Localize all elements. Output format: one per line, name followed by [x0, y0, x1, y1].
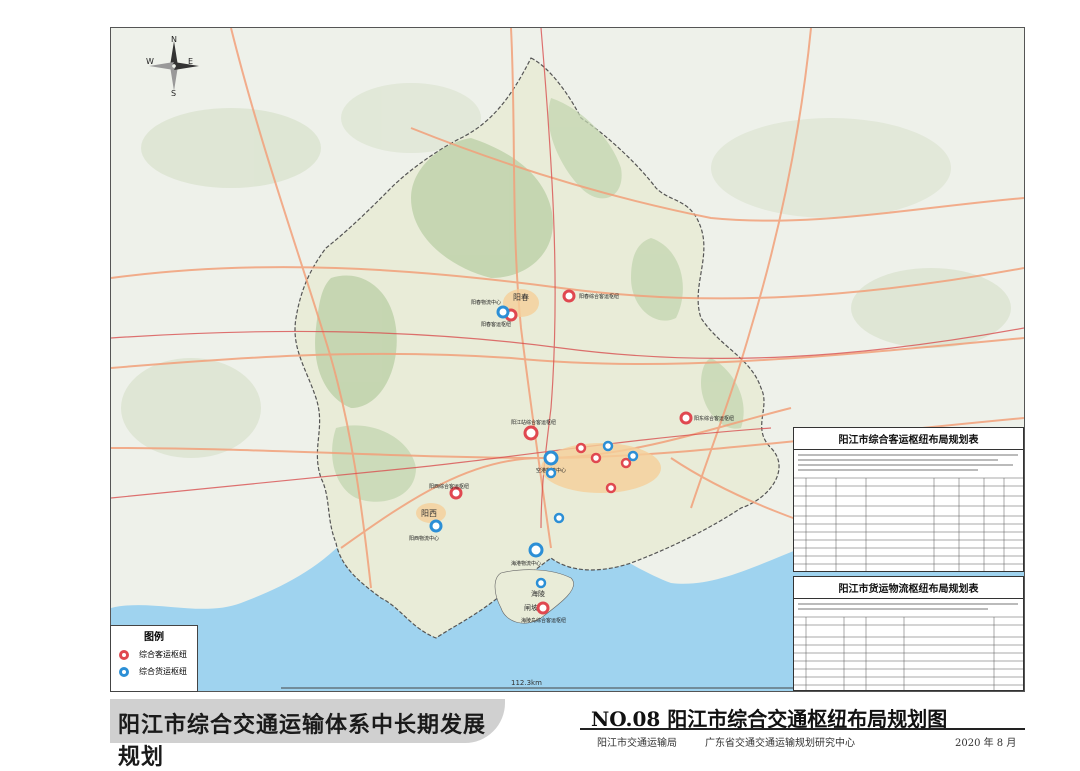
- org-secondary: 广东省交通交通运输规划研究中心: [705, 738, 855, 749]
- freight-table-grid: [794, 603, 1023, 690]
- report-title: 阳江市综合交通运输体系中长期发展规划: [118, 712, 487, 770]
- freight-hub-table: 阳江市货运物流枢纽布局规划表: [793, 576, 1024, 691]
- scale-label: 112.3km: [511, 679, 542, 687]
- map-date: 2020 年 8 月: [955, 738, 1017, 749]
- place-label-hailing: 海陵: [531, 589, 545, 598]
- passenger-hub-icon: [119, 649, 129, 660]
- hub-label: 阳江站综合客运枢纽: [511, 419, 556, 426]
- map-legend: 图例 综合客运枢纽 综合货运枢纽: [110, 625, 198, 692]
- compass-s: S: [171, 89, 176, 96]
- passenger-table-grid: [794, 454, 1023, 571]
- place-label-zhapo: 闸坡: [524, 603, 538, 612]
- legend-label: 综合客运枢纽: [139, 650, 187, 659]
- freight-table-title: 阳江市货运物流枢纽布局规划表: [794, 577, 1023, 599]
- legend-label: 综合货运枢纽: [139, 667, 187, 676]
- hub-label: 阳春客运枢纽: [481, 321, 511, 328]
- place-label-yangxi: 阳西: [421, 509, 437, 518]
- legend-title: 图例: [144, 632, 164, 643]
- hub-label: 海陵岛综合客运枢纽: [521, 617, 566, 624]
- passenger-table-title: 阳江市综合客运枢纽布局规划表: [794, 428, 1023, 450]
- hub-label: 阳东综合客运枢纽: [694, 415, 734, 422]
- hub-label: 阳春物流中心: [471, 299, 501, 306]
- hub-label: 阳西物流中心: [409, 535, 439, 542]
- place-label-yangchun: 阳春: [513, 292, 529, 302]
- freight-hub-icon: [119, 666, 129, 677]
- title-underline: [580, 728, 1025, 730]
- passenger-hub-table: 阳江市综合客运枢纽布局规划表: [793, 427, 1024, 572]
- legend-item-freight: 综合货运枢纽: [119, 666, 197, 677]
- compass-n: N: [171, 36, 177, 44]
- hub-label: 阳西综合客运枢纽: [429, 483, 469, 490]
- compass-icon: N S E W: [146, 36, 199, 96]
- compass-w: W: [146, 57, 154, 66]
- hub-label: 阳春综合客运枢纽: [579, 293, 619, 300]
- map-frame: 阳春 阳西 海陵 闸坡 阳春客运枢纽 阳春综合客运枢纽 阳春物流中心 阳江站综合…: [110, 27, 1025, 692]
- compass-e: E: [188, 57, 193, 66]
- legend-item-passenger: 综合客运枢纽: [119, 649, 197, 660]
- org-primary: 阳江市交通运输局: [597, 738, 677, 749]
- hub-label: 海港物流中心: [511, 560, 541, 567]
- report-title-banner: 阳江市综合交通运输体系中长期发展规划: [110, 699, 505, 770]
